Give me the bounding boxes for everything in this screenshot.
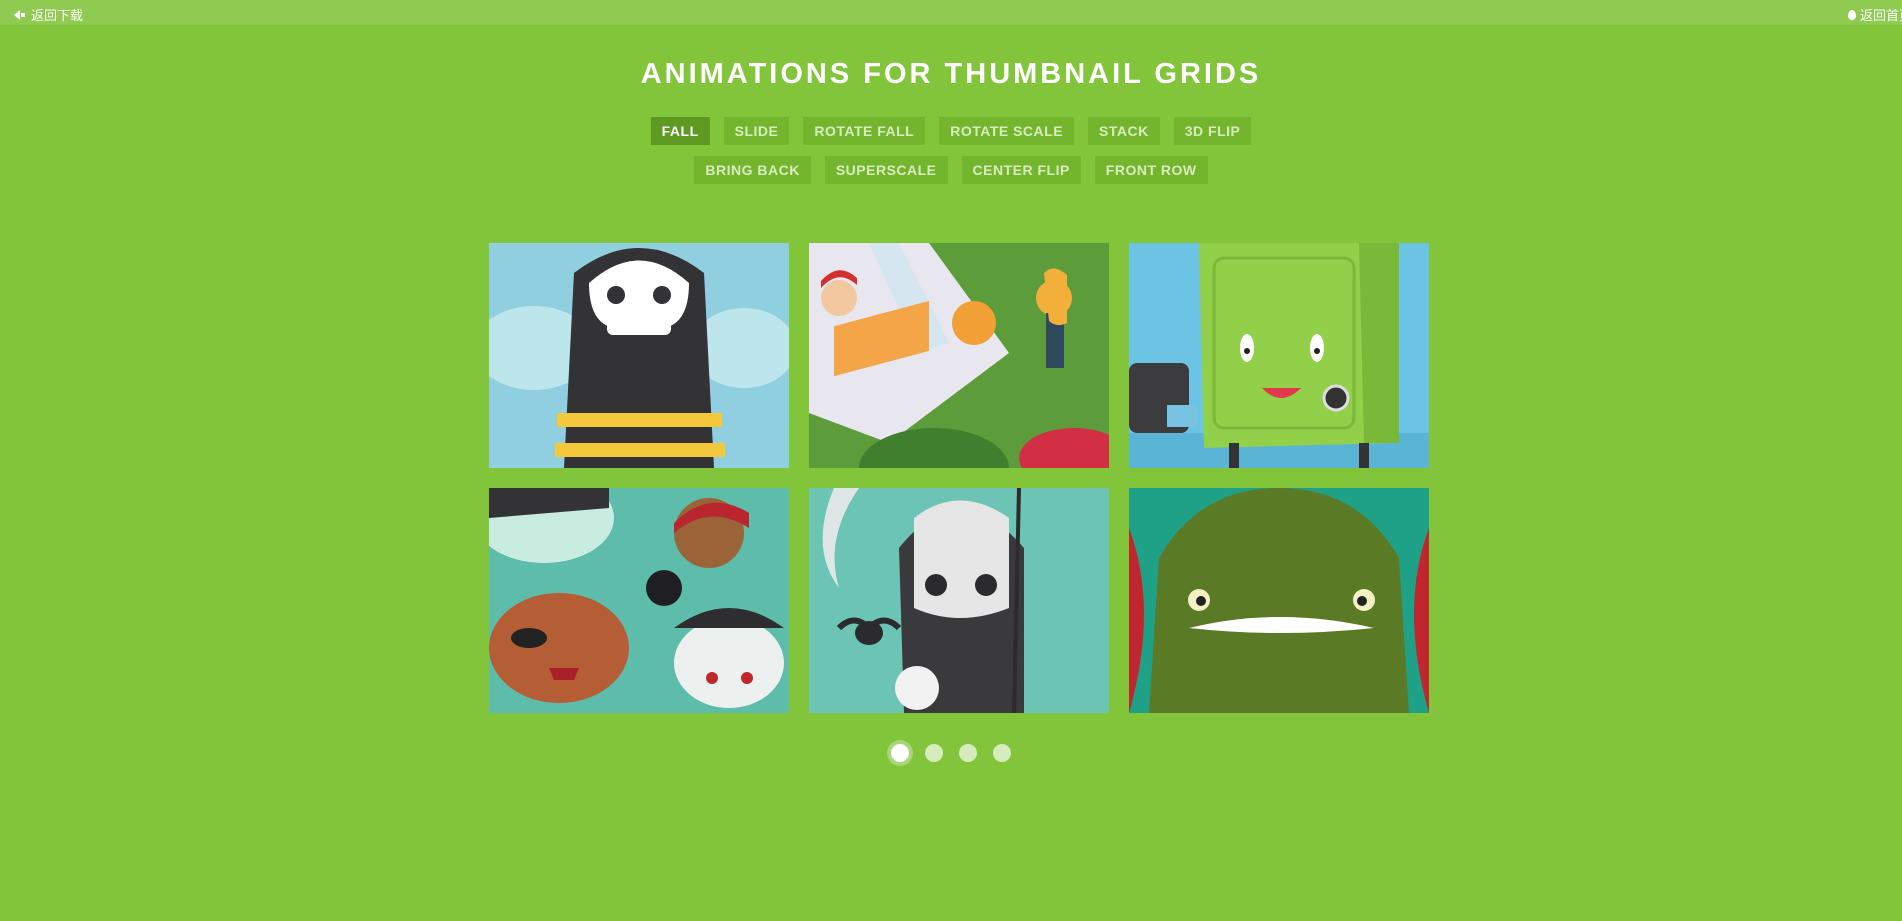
tab-fall[interactable]: Fall: [650, 117, 710, 145]
tab-bring-back[interactable]: Bring Back: [694, 156, 811, 184]
page-title: ANIMATIONS FOR THUMBNAIL GRIDS: [640, 58, 1262, 90]
page-dot-1[interactable]: [891, 744, 909, 762]
arrow-left-icon: [14, 9, 27, 20]
back-to-download-label: 返回下载: [31, 8, 84, 23]
tab-slide[interactable]: Slide: [723, 117, 790, 145]
tab-superscale[interactable]: Superscale: [824, 156, 948, 184]
tab-stack[interactable]: Stack: [1088, 117, 1160, 145]
effect-tabs-row-1: Fall Slide Rotate Fall Rotate Scale Stac…: [0, 117, 1902, 145]
page-dot-3[interactable]: [959, 744, 977, 762]
pirates-thumbnail[interactable]: [489, 488, 789, 713]
green-monster-thumbnail[interactable]: [1129, 488, 1429, 713]
pagination-dots: [0, 744, 1902, 762]
back-to-home-link[interactable]: 返回首页: [1847, 5, 1902, 24]
office-scene-thumbnail[interactable]: [809, 243, 1109, 468]
effect-tabs-row-2: Bring Back Superscale Center Flip Front …: [0, 156, 1902, 184]
tab-rotate-fall[interactable]: Rotate Fall: [803, 117, 926, 145]
back-to-home-label: 返回首页: [1859, 8, 1902, 23]
reaper-thumbnail[interactable]: [809, 488, 1109, 713]
page-dot-4[interactable]: [993, 744, 1011, 762]
page-dot-2[interactable]: [925, 744, 943, 762]
bee-skull-thumbnail[interactable]: [489, 243, 789, 468]
tab-front-row[interactable]: Front Row: [1094, 156, 1208, 184]
drop-icon: [1847, 9, 1856, 20]
tab-center-flip[interactable]: Center Flip: [961, 156, 1081, 184]
green-safe-thumbnail[interactable]: [1129, 243, 1429, 468]
top-bar: 返回下载 返回首页: [0, 0, 1902, 25]
thumbnail-grid: [489, 243, 1429, 713]
tab-3d-flip[interactable]: 3D Flip: [1173, 117, 1252, 145]
back-to-download-link[interactable]: 返回下载: [14, 5, 83, 24]
tab-rotate-scale[interactable]: Rotate Scale: [939, 117, 1075, 145]
